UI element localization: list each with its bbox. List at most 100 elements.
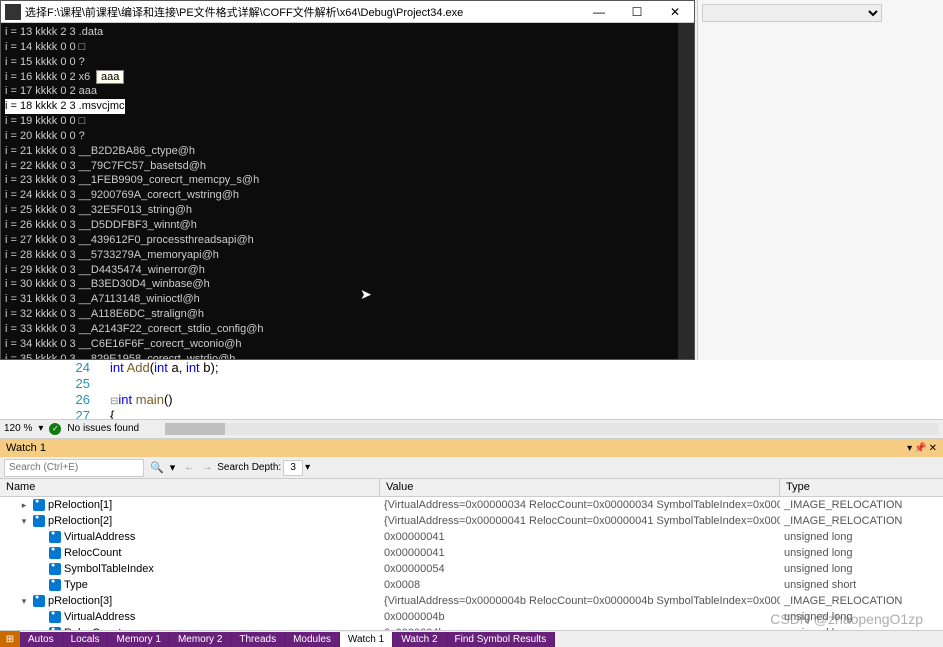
search-depth-input[interactable] [283,460,303,476]
variable-name: pReloction[1] [48,499,112,511]
bottom-tab[interactable]: Memory 2 [170,632,231,647]
console-line: i = 22 kkkk 0 3 __79C7FC57_basetsd@h [5,159,690,174]
console-line: i = 18 kkkk 2 3 .msvcjmc [5,99,690,114]
console-line: i = 29 kkkk 0 3 __D4435474_winerror@h [5,263,690,278]
watermark: CSDN @zhaopengO1zp [770,611,923,627]
bottom-tab[interactable]: Autos [20,632,63,647]
watch-panel: Watch 1 ▾ 📌 ✕ 🔍 ▾ ← → Search Depth: ▾ Na… [0,438,943,630]
variable-value: {VirtualAddress=0x00000041 RelocCount=0x… [380,515,780,527]
bottom-tab[interactable]: Memory 1 [108,632,169,647]
watch-row[interactable]: ▾ pReloction[3] {VirtualAddress=0x0000004b… [0,593,943,609]
variable-type: _IMAGE_RELOCATION [780,515,943,527]
console-line: i = 21 kkkk 0 3 __B2D2BA86_ctype@h [5,144,690,159]
console-line: i = 31 kkkk 0 3 __A7113148_winioctl@h [5,292,690,307]
column-type[interactable]: Type [780,479,943,496]
search-depth-label: Search Depth: [217,462,281,473]
pin-icon[interactable]: 📌 [914,443,926,454]
dropdown-icon[interactable]: ▾ [907,443,912,454]
variable-name: pReloction[3] [48,595,112,607]
console-line: i = 30 kkkk 0 3 __B3ED30D4_winbase@h [5,277,690,292]
variable-icon [49,531,61,543]
console-line: i = 23 kkkk 0 3 __1FEB9909_corecrt_memcp… [5,173,690,188]
close-button[interactable]: ✕ [656,1,694,23]
variable-type: _IMAGE_RELOCATION [780,595,943,607]
line-number-gutter: 24252627 [60,360,90,424]
variable-name: pReloction[2] [48,515,112,527]
console-line: i = 19 kkkk 0 0 □ [5,114,690,129]
editor-status-bar: 120 % ▾ ✓ No issues found [0,419,943,437]
tree-toggle-icon[interactable]: ▾ [18,516,30,527]
console-line: i = 24 kkkk 0 3 __9200769A_corecrt_wstri… [5,188,690,203]
bottom-tab[interactable]: Locals [63,632,109,647]
search-icon[interactable]: 🔍 [150,461,164,474]
variable-icon [33,499,45,511]
watch-row[interactable]: SymbolTableIndex 0x00000054unsigned long [0,561,943,577]
variable-type: unsigned long [780,531,943,543]
variable-type: unsigned short [780,579,943,591]
nav-next-button[interactable]: → [199,460,215,476]
console-line: i = 13 kkkk 2 3 .data [5,25,690,40]
console-line: i = 34 kkkk 0 3 __C6E16F6F_corecrt_wconi… [5,337,690,352]
variable-name: RelocCount [64,547,121,559]
watch-row[interactable]: ▾ pReloction[2] {VirtualAddress=0x00000041… [0,513,943,529]
variable-value: 0x00000041 [380,531,780,543]
variable-icon [33,515,45,527]
watch-panel-title[interactable]: Watch 1 ▾ 📌 ✕ [0,439,943,457]
console-line: i = 33 kkkk 0 3 __A2143F22_corecrt_stdio… [5,322,690,337]
console-line: i = 26 kkkk 0 3 __D5DDFBF3_winnt@h [5,218,690,233]
variable-name: VirtualAddress [64,531,135,543]
console-scrollbar[interactable] [678,23,694,359]
variable-value: 0x00000041 [380,547,780,559]
watch-row[interactable]: ▸ pReloction[1] {VirtualAddress=0x00000034… [0,497,943,513]
variable-name: VirtualAddress [64,611,135,623]
watch-row[interactable]: RelocCount0x00000041unsigned long [0,545,943,561]
variable-name: SymbolTableIndex [64,563,154,575]
zoom-level[interactable]: 120 % [4,423,32,434]
watch-column-header[interactable]: Name Value Type [0,479,943,497]
error-list-icon[interactable]: ⊞ [0,631,20,647]
console-titlebar[interactable]: 选择F:\课程\前课程\编译和连接\PE文件格式详解\COFF文件解析\x64\… [1,1,694,23]
search-input[interactable] [4,459,144,477]
bottom-tab[interactable]: Find Symbol Results [447,632,556,647]
nav-prev-button[interactable]: ← [181,460,197,476]
variable-value: {VirtualAddress=0x0000004b RelocCount=0x… [380,595,780,607]
variable-icon [49,563,61,575]
column-value[interactable]: Value [380,479,780,496]
variable-icon [49,579,61,591]
variable-value: {VirtualAddress=0x00000034 RelocCount=0x… [380,499,780,511]
console-line: i = 14 kkkk 0 0 □ [5,40,690,55]
horizontal-scrollbar[interactable] [165,423,939,435]
watch-row[interactable]: VirtualAddress 0x00000041unsigned long [0,529,943,545]
editor-code-area[interactable]: int Add(int a, int b);⊟int main() { [110,360,218,424]
bottom-tab[interactable]: Watch 2 [393,632,446,647]
console-line: i = 25 kkkk 0 3 __32E5F013_string@h [5,203,690,218]
maximize-button[interactable]: ☐ [618,1,656,23]
variable-icon [33,595,45,607]
tree-toggle-icon[interactable]: ▸ [18,500,30,511]
bottom-tab[interactable]: Threads [231,632,285,647]
console-line: i = 15 kkkk 0 0 ? [5,55,690,70]
console-line: i = 35 kkkk 0 3 __829E1958_corecrt_wstdi… [5,352,690,359]
console-tooltip: aaa [96,70,124,84]
minimize-button[interactable]: — [580,1,618,23]
console-app-icon [5,4,21,20]
console-line: i = 17 kkkk 0 2 aaa [5,84,690,99]
dropdown-icon[interactable]: ▾ [170,461,176,474]
tree-toggle-icon[interactable]: ▾ [18,596,30,607]
console-line: i = 27 kkkk 0 3 __439612F0_processthread… [5,233,690,248]
watch-row[interactable]: Type 0x0008unsigned short [0,577,943,593]
console-line: i = 32 kkkk 0 3 __A118E6DC_stralign@h [5,307,690,322]
column-name[interactable]: Name [0,479,380,496]
console-line: i = 28 kkkk 0 3 __5733279A_memoryapi@h [5,248,690,263]
bottom-tab[interactable]: Modules [285,632,340,647]
variable-name: Type [64,579,88,591]
close-panel-icon[interactable]: ✕ [929,443,937,454]
variable-value: 0x0008 [380,579,780,591]
bottom-tab[interactable]: Watch 1 [340,632,393,647]
variable-type: unsigned long [780,563,943,575]
variable-value: 0x00000054 [380,563,780,575]
depth-dropdown-icon[interactable]: ▾ [305,462,310,473]
variable-value: 0x0000004b [380,611,780,623]
issues-status: No issues found [67,423,139,434]
scope-dropdown[interactable] [702,4,882,22]
